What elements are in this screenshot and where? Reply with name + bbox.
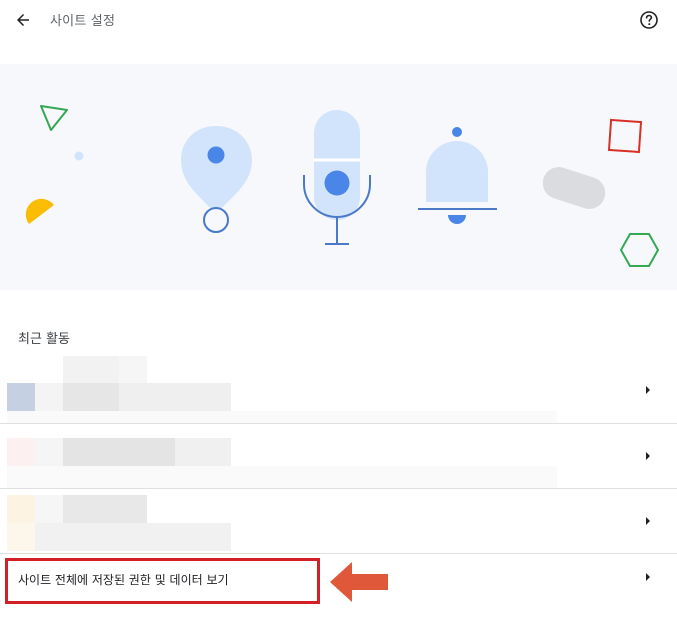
top-bar: 사이트 설정 [0, 0, 677, 42]
redacted-text [63, 438, 175, 466]
redacted-text [175, 438, 231, 466]
arrow-back-icon [17, 14, 29, 26]
view-all-label: 사이트 전체에 저장된 권한 및 데이터 보기 [18, 573, 229, 587]
redacted-favicon [7, 495, 35, 523]
notification-bell-icon [418, 127, 497, 224]
redacted-text [63, 356, 119, 384]
redacted-favicon [7, 523, 35, 551]
page-title: 사이트 설정 [50, 14, 116, 29]
back-button[interactable] [10, 7, 36, 33]
recent-site-row[interactable] [0, 489, 677, 553]
chevron-right-icon [646, 517, 650, 525]
redacted-text [7, 466, 557, 488]
location-pin-icon [181, 126, 252, 233]
redacted-text [35, 438, 63, 466]
redacted-text [35, 383, 63, 411]
chevron-right-icon [646, 573, 650, 581]
half-circle-shape [25, 198, 54, 224]
annotation-arrow-icon [330, 562, 388, 602]
help-circle-icon [640, 11, 658, 29]
redacted-text [119, 383, 231, 411]
microphone-icon [303, 110, 371, 245]
chevron-right-icon [646, 386, 650, 394]
redacted-text [63, 495, 147, 523]
redacted-favicon [7, 383, 35, 411]
redacted-text [119, 356, 147, 384]
redacted-text [35, 523, 231, 551]
help-button[interactable] [638, 9, 660, 31]
square-shape [607, 118, 643, 154]
redacted-favicon [7, 438, 35, 466]
recent-site-row[interactable] [0, 356, 677, 424]
hexagon-shape [619, 233, 660, 267]
redacted-text [63, 383, 119, 411]
dot-shape [74, 151, 84, 161]
hero-illustration [0, 64, 677, 290]
redacted-text [35, 495, 63, 523]
pill-shape [542, 167, 606, 209]
recent-activity-heading: 최근 활동 [18, 332, 70, 347]
triangle-shape [40, 105, 68, 131]
recent-site-row[interactable] [0, 424, 677, 488]
chevron-right-icon [646, 452, 650, 460]
